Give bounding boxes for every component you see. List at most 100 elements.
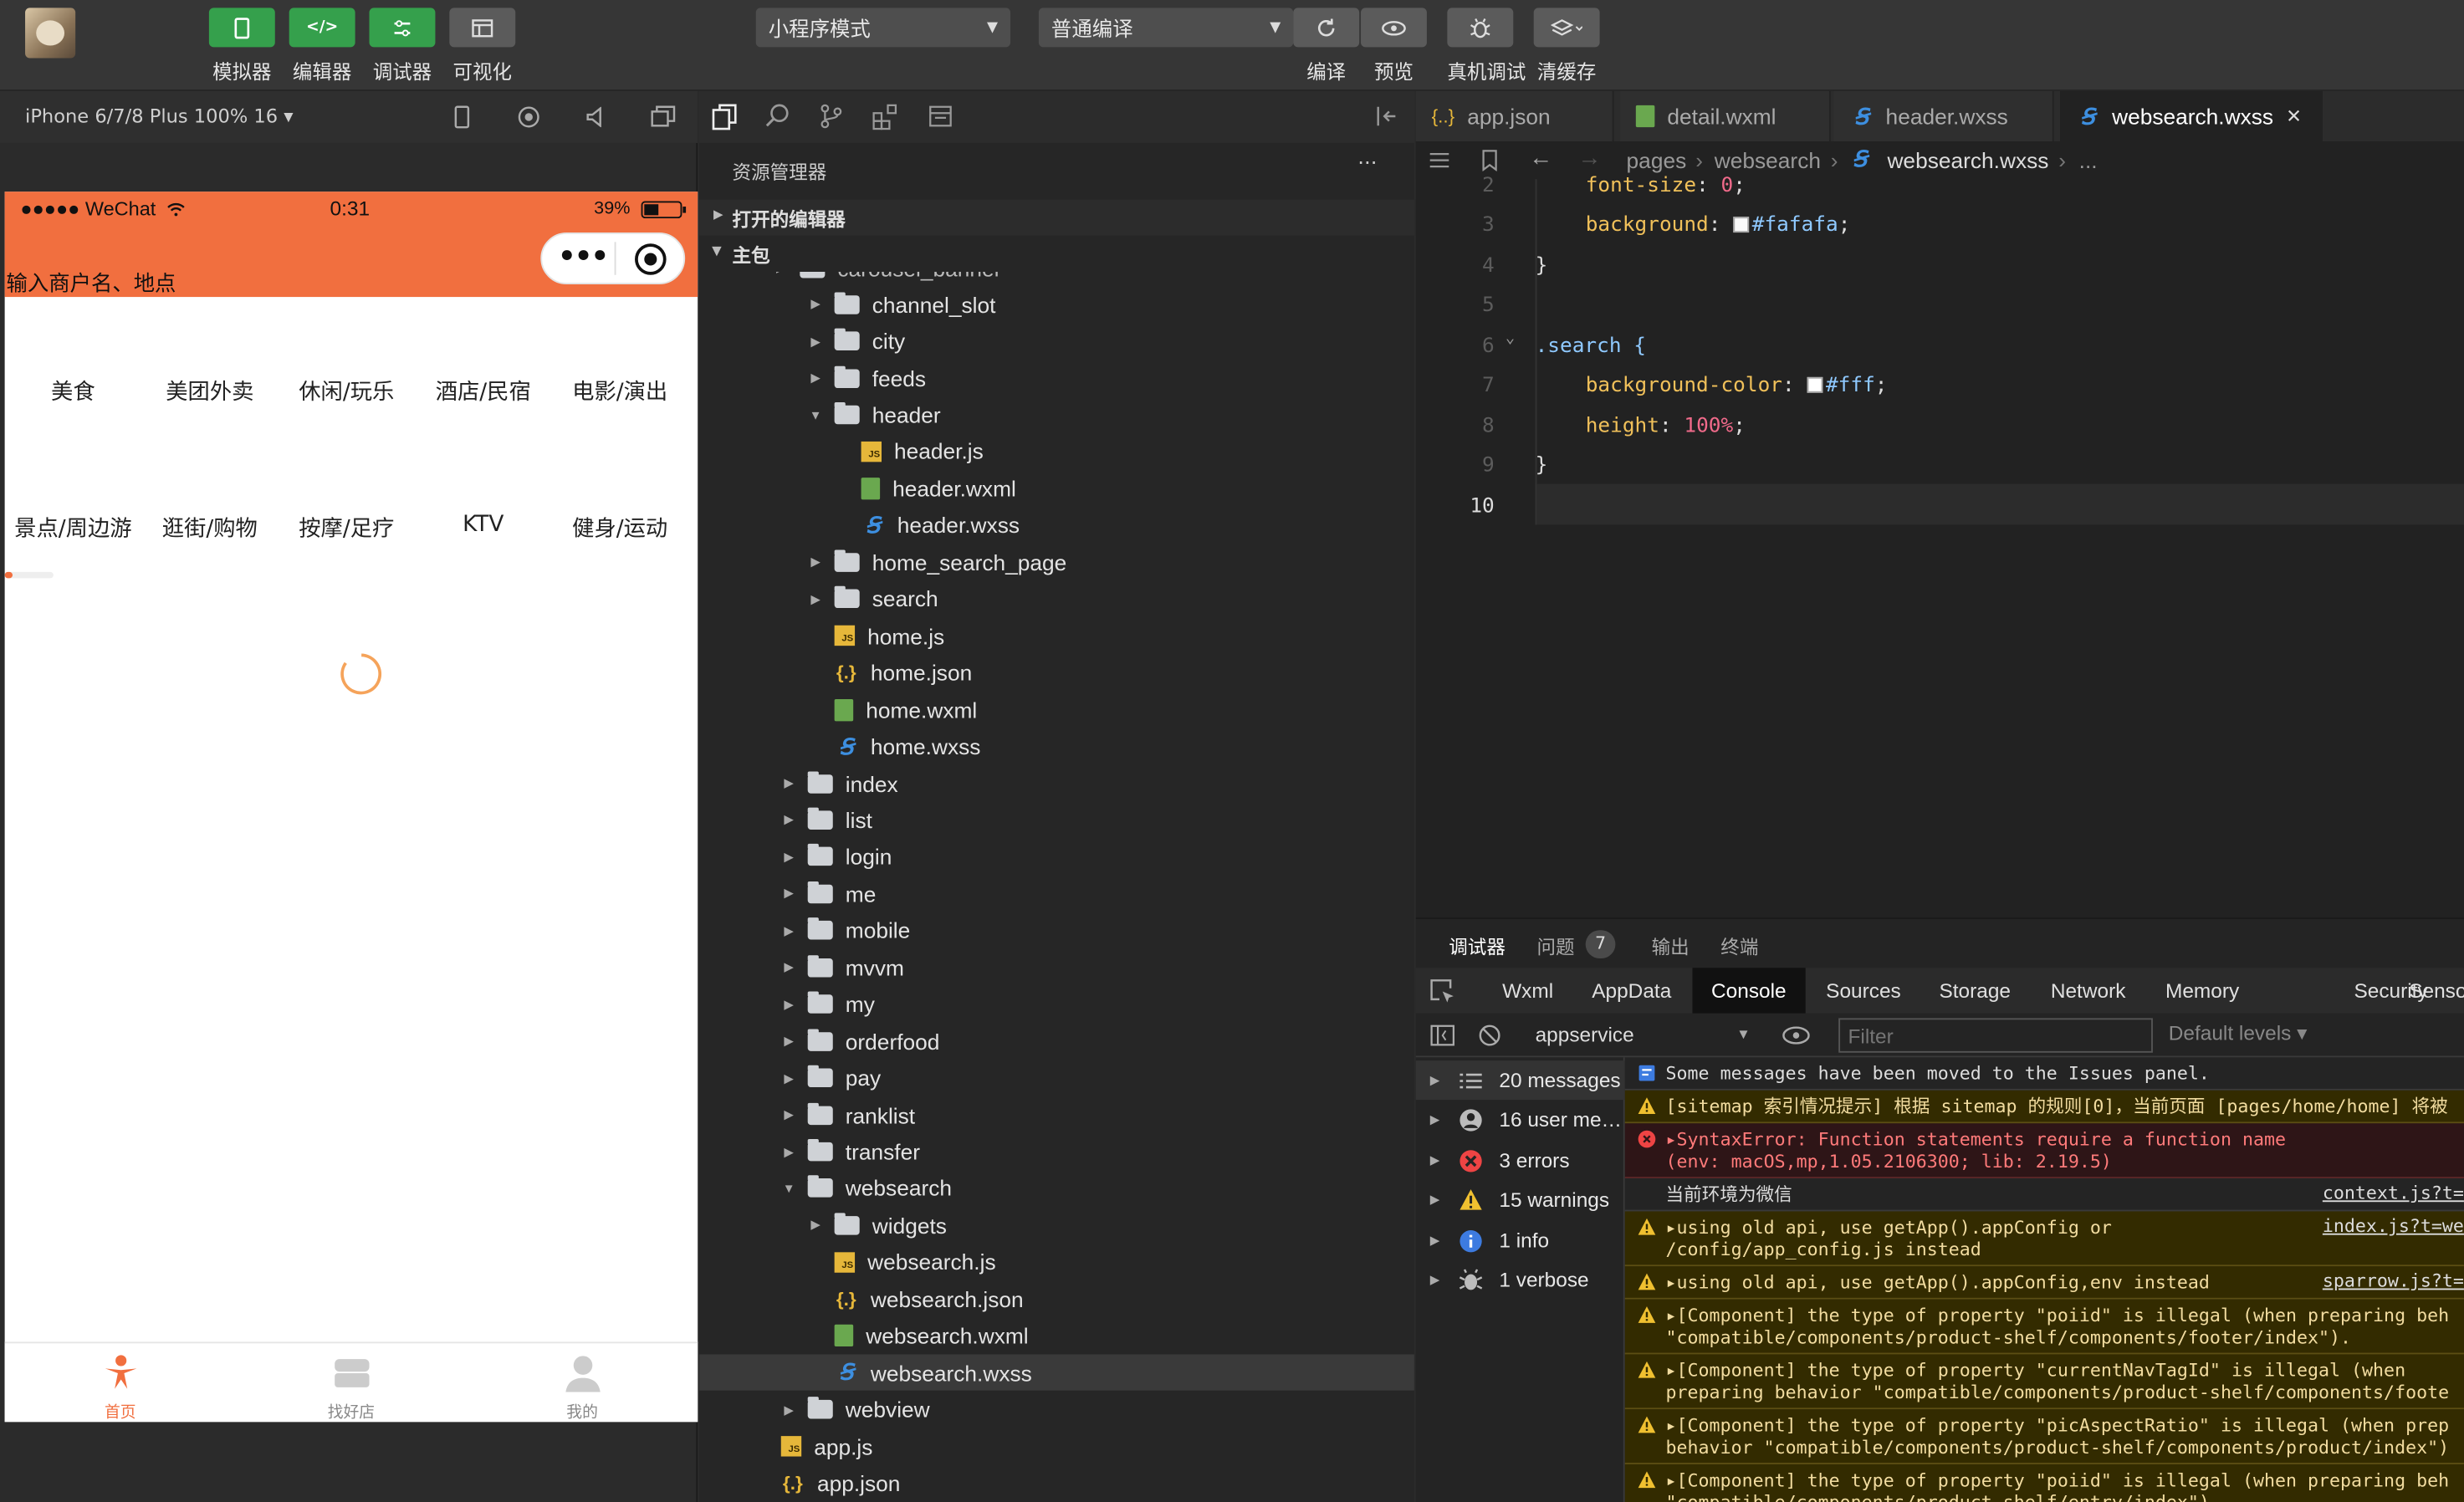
tree-row-list[interactable]: ▶ list [699, 802, 1414, 839]
tree-row-header[interactable]: ▼ header [699, 396, 1414, 433]
tab-output[interactable]: 输出 [1652, 933, 1690, 960]
tab-detail-wxml[interactable]: detail.wxml [1620, 90, 1831, 142]
forward-arrow-icon[interactable]: → [1577, 145, 1601, 171]
tree-row-header-js[interactable]: JS header.js [699, 433, 1414, 470]
mode-select[interactable]: 小程序模式 ▼ [755, 8, 1011, 48]
panel-tab-console[interactable]: Console [1692, 968, 1806, 1014]
tree-row-header-wxss[interactable]: Ꞩheader.wxss [699, 507, 1414, 544]
tree-row-partial[interactable]: ▶ carousel_banner [699, 272, 1414, 287]
console-message[interactable]: Some messages have been moved to the Iss… [1624, 1057, 2464, 1091]
record-icon[interactable] [517, 105, 540, 129]
source-link[interactable]: context.js?t= [2323, 1182, 2464, 1203]
source-control-icon[interactable] [819, 104, 844, 129]
tree-row-websearch-json[interactable]: {.} websearch.json [699, 1280, 1414, 1317]
tree-row-mvvm[interactable]: ▶ mvvm [699, 949, 1414, 986]
tree-row-websearch-js[interactable]: JS websearch.js [699, 1244, 1414, 1280]
sidebar-user-messages[interactable]: ▶ 16 user me… [1416, 1100, 1625, 1139]
category-item[interactable]: 美团外卖 [141, 376, 278, 407]
panel-tab-storage[interactable]: Storage [1920, 968, 2030, 1013]
category-item[interactable]: 美食 [5, 376, 141, 407]
tab-find-shop[interactable]: 找好店 [236, 1353, 467, 1422]
sidebar-info[interactable]: ▶ 1 info [1416, 1221, 1625, 1260]
tree-row-webview[interactable]: ▶ webview [699, 1392, 1414, 1428]
back-arrow-icon[interactable]: ← [1529, 145, 1552, 171]
search-icon[interactable] [765, 104, 790, 129]
debugger-button[interactable]: 调试器 [369, 8, 436, 84]
breadcrumb-item[interactable]: ... [2079, 148, 2098, 173]
tree-row-channel-slot[interactable]: ▶ channel_slot [699, 286, 1414, 323]
console-message[interactable]: ▸[Component] the type of property "curre… [1624, 1354, 2464, 1410]
console-message[interactable]: ▸[Component] the type of property "poiid… [1624, 1464, 2464, 1502]
tree-row-orderfood[interactable]: ▶ orderfood [699, 1023, 1414, 1060]
tab-terminal[interactable]: 终端 [1720, 933, 1758, 960]
tree-row-transfer[interactable]: ▶ transfer [699, 1133, 1414, 1170]
tree-row-home-search-page[interactable]: ▶ home_search_page [699, 544, 1414, 580]
category-item[interactable]: 休闲/玩乐 [279, 376, 415, 407]
device-select[interactable]: iPhone 6/7/8 Plus 100% 16 ▾ [25, 105, 294, 127]
inspect-icon[interactable] [1430, 978, 1455, 1004]
tree-row-home-wxss[interactable]: Ꞩhome.wxss [699, 728, 1414, 765]
tab-header-wxss[interactable]: Ꞩheader.wxss [1833, 90, 2054, 142]
tree-row-index[interactable]: ▶ index [699, 765, 1414, 802]
files-icon[interactable] [712, 104, 737, 130]
console-message[interactable]: ▸[Component] the type of property "picAs… [1624, 1409, 2464, 1464]
outline-icon[interactable] [928, 105, 952, 127]
bookmark-icon[interactable] [1480, 149, 1500, 171]
tab-app-json[interactable]: {..} app.json [1415, 90, 1614, 142]
tab-me[interactable]: 我的 [467, 1353, 698, 1422]
sidebar-toggle-icon[interactable] [1430, 1024, 1455, 1046]
category-item[interactable]: 逛街/购物 [141, 512, 278, 544]
tab-debugger[interactable]: 调试器 [1449, 933, 1505, 960]
tree-row-header-wxml[interactable]: header.wxml [699, 470, 1414, 507]
tree-row-websearch-wxss[interactable]: Ꞩwebsearch.wxss [699, 1354, 1414, 1392]
panel-tab-wxml[interactable]: Wxml [1484, 968, 1572, 1013]
console-message[interactable]: [sitemap 索引情况提示] 根据 sitemap 的规则[0]，当前页面 … [1624, 1090, 2464, 1124]
breadcrumb-item[interactable]: pages [1627, 148, 1687, 173]
console-message[interactable]: ▸[Component] the type of property "poiid… [1624, 1299, 2464, 1355]
tree-row-mobile[interactable]: ▶ mobile [699, 912, 1414, 949]
sidebar-messages[interactable]: ▶ 20 messages [1415, 1060, 1625, 1101]
panel-tab-memory[interactable]: Memory [2146, 968, 2257, 1013]
tree-row-city[interactable]: ▶ city [699, 323, 1414, 360]
tree-row-me[interactable]: ▶ me [699, 876, 1414, 912]
code-area[interactable]: 2 3 4 5 6 7 8 9 10 ⌄ font-size: 0; backgr… [1416, 175, 2464, 917]
list-icon[interactable] [1429, 151, 1450, 170]
close-miniprogram-icon[interactable] [633, 242, 667, 276]
source-link[interactable]: sparrow.js?t= [2323, 1270, 2464, 1291]
sidebar-warnings[interactable]: ▶ 15 warnings [1416, 1180, 1625, 1219]
tree-row-widgets[interactable]: ▶ widgets [699, 1207, 1414, 1244]
console-message[interactable]: ▸using old api, use getApp().appConfig o… [1624, 1211, 2464, 1267]
open-editors-section[interactable]: ▶ 打开的编辑器 [699, 199, 1414, 236]
compile-select[interactable]: 普通编译 ▼ [1038, 8, 1294, 48]
tree-row-app-js[interactable]: JS app.js [699, 1428, 1414, 1465]
sidebar-verbose[interactable]: ▶ 1 verbose [1416, 1260, 1625, 1300]
rotate-device-icon[interactable] [452, 105, 472, 129]
visual-button[interactable]: 可视化 [449, 8, 516, 84]
category-item[interactable]: 健身/运动 [551, 512, 688, 544]
category-item[interactable]: KTV [415, 512, 551, 544]
tree-row-home-js[interactable]: JS home.js [699, 617, 1414, 654]
tab-issues[interactable]: 问题 [1536, 933, 1574, 960]
collapse-panel-icon[interactable] [1375, 105, 1398, 127]
tree-row-search[interactable]: ▶ search [699, 580, 1414, 617]
tree-row-login[interactable]: ▶ login [699, 839, 1414, 876]
compile-button[interactable]: 编译 [1293, 8, 1360, 84]
tree-row-app-json[interactable]: {.} app.json [699, 1465, 1414, 1502]
tree-row-my[interactable]: ▶ my [699, 986, 1414, 1023]
tree-row-ranklist[interactable]: ▶ ranklist [699, 1096, 1414, 1133]
volume-icon[interactable] [585, 106, 606, 128]
tree-row-pay[interactable]: ▶ pay [699, 1060, 1414, 1096]
extensions-icon[interactable] [872, 104, 899, 130]
sidebar-errors[interactable]: ▶ 3 errors [1416, 1141, 1625, 1180]
clear-console-icon[interactable] [1479, 1024, 1500, 1046]
levels-select[interactable]: Default levels ▾ [2169, 1021, 2308, 1046]
panel-tab-network[interactable]: Network [2032, 968, 2144, 1013]
tree-row-home-wxml[interactable]: home.wxml [699, 692, 1414, 728]
search-placeholder[interactable]: 输入商户名、地点 [7, 266, 176, 297]
category-item[interactable]: 按摩/足疗 [279, 512, 415, 544]
category-item[interactable]: 电影/演出 [551, 376, 688, 407]
color-swatch[interactable] [1733, 217, 1749, 233]
tab-websearch-wxss[interactable]: Ꞩwebsearch.wxss ✕ [2060, 90, 2323, 142]
close-icon[interactable]: ✕ [2286, 105, 2302, 127]
category-item[interactable]: 酒店/民宿 [415, 376, 551, 407]
